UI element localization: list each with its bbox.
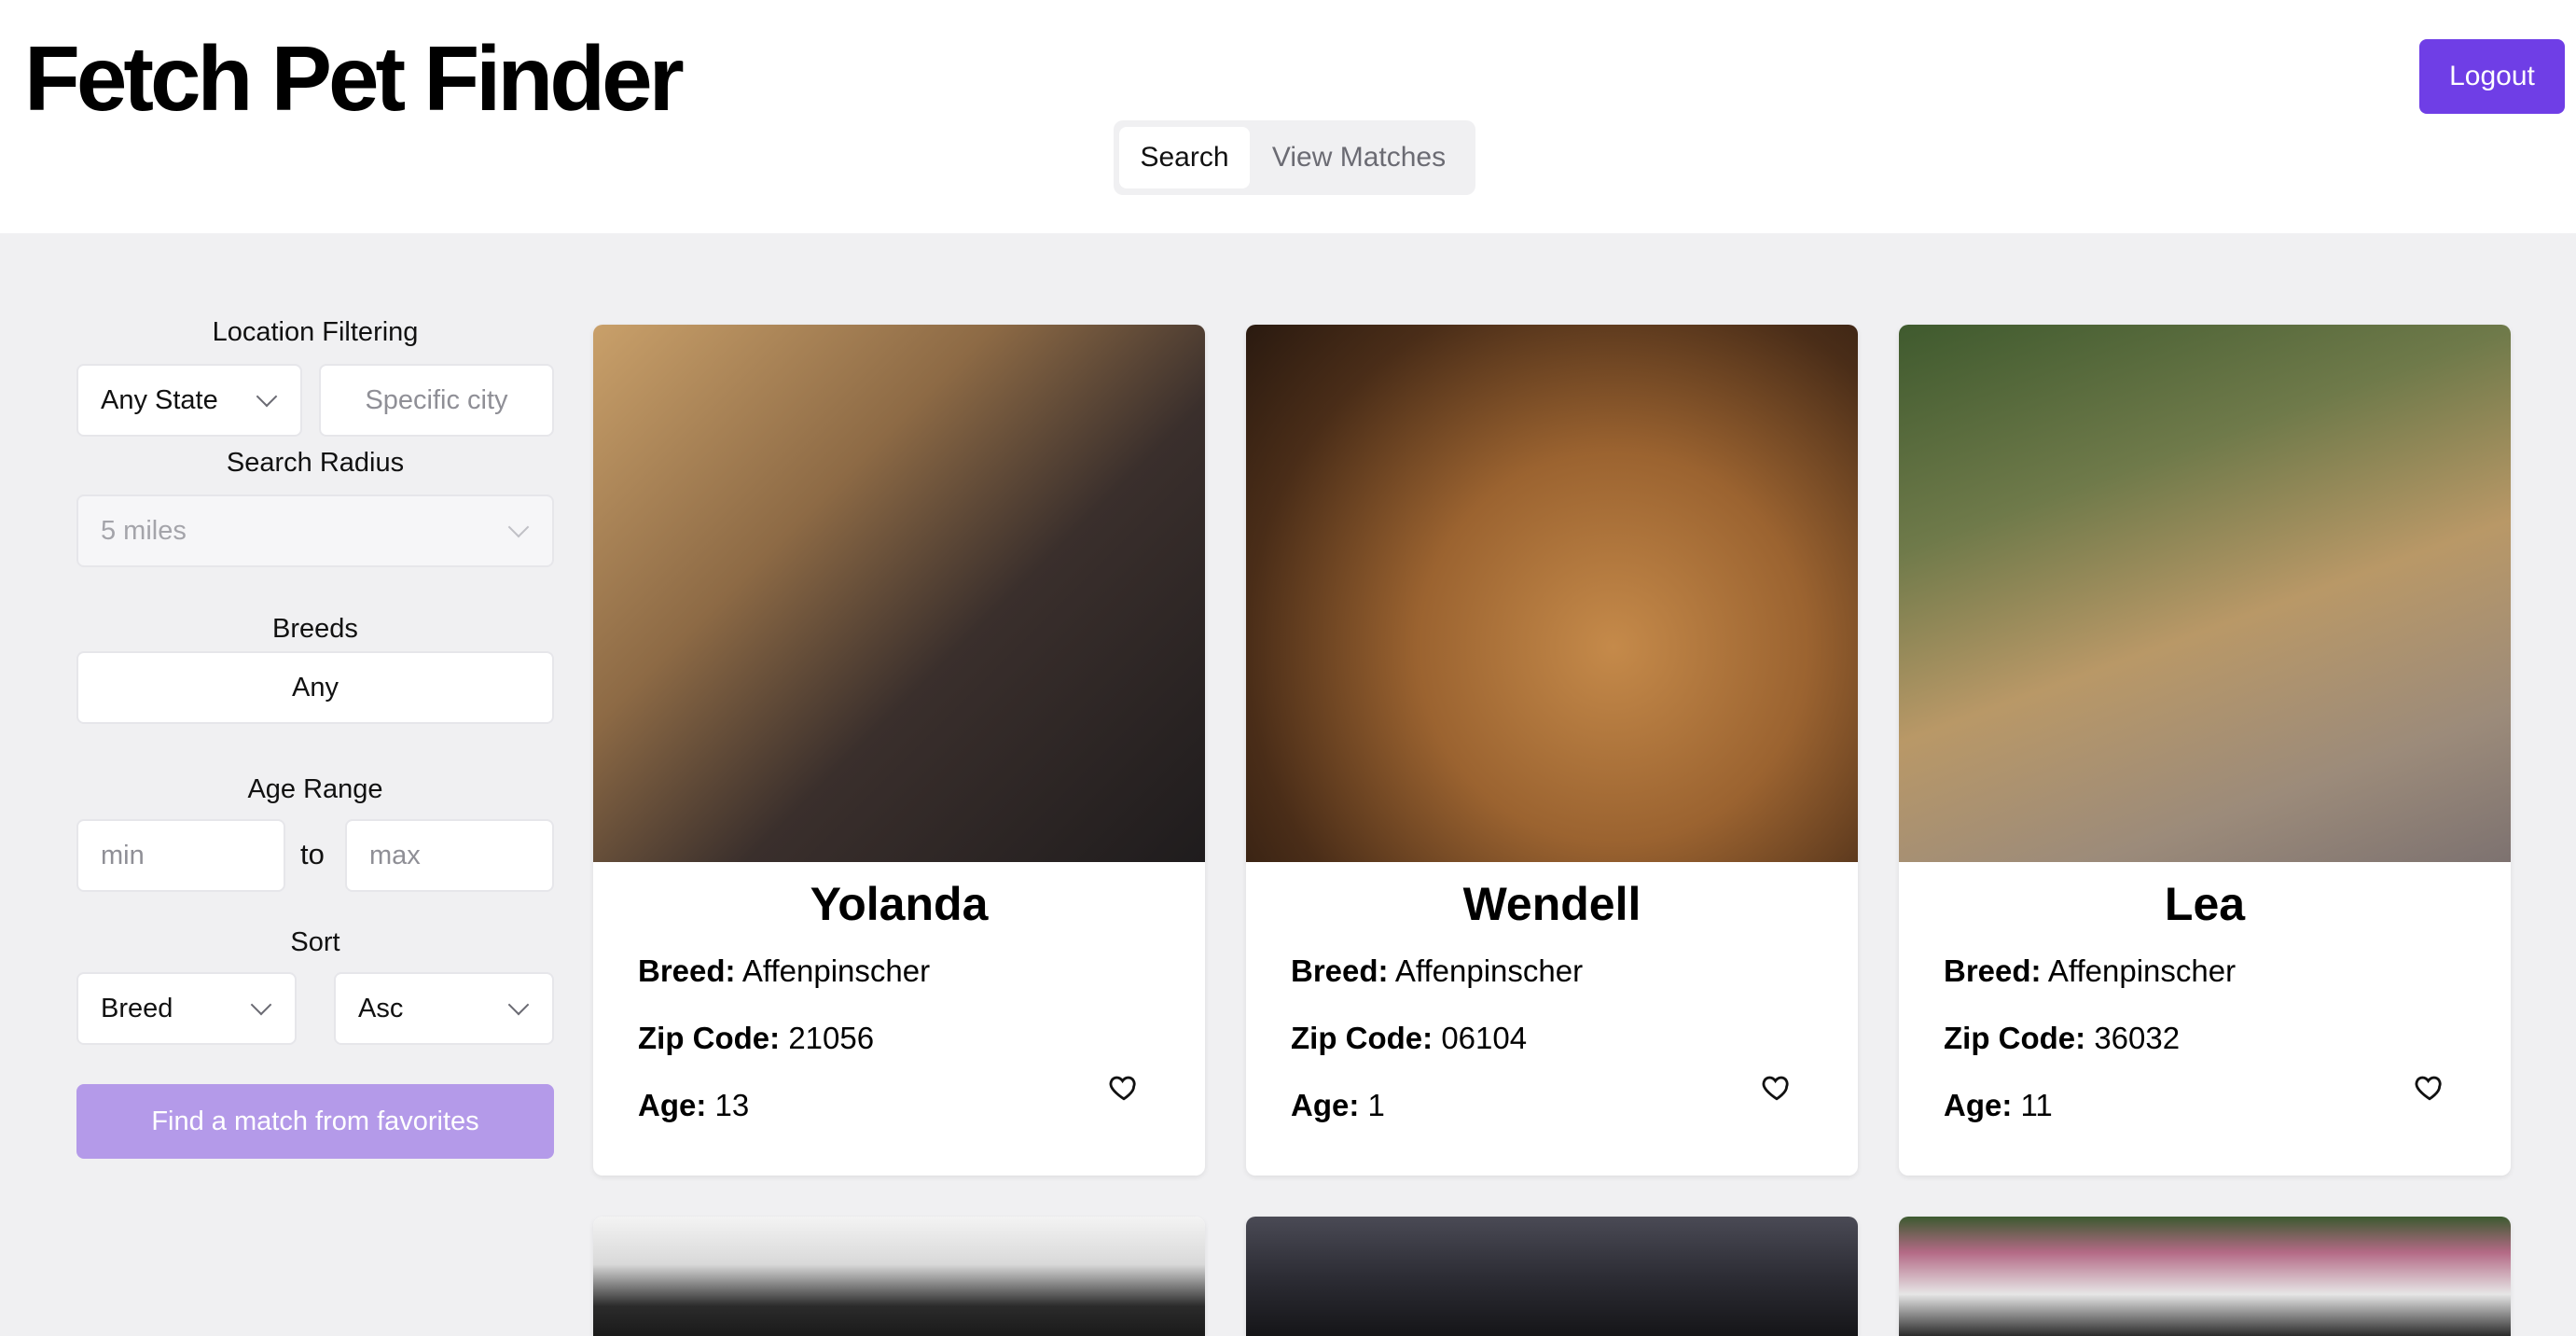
find-match-button[interactable]: Find a match from favorites [76, 1084, 554, 1159]
sort-order-value: Asc [358, 993, 404, 1023]
logout-button[interactable]: Logout [2419, 39, 2565, 114]
dog-age: Age: 13 [638, 1088, 750, 1122]
dog-age: Age: 11 [1944, 1088, 2053, 1122]
dog-photo [1246, 1217, 1858, 1336]
age-to-label: to [300, 838, 325, 870]
city-input[interactable]: Specific city [319, 364, 554, 437]
heart-icon[interactable] [1108, 1071, 1140, 1103]
chevron-down-icon [256, 385, 278, 408]
dog-name: Yolanda [810, 878, 989, 930]
view-tabs: Search View Matches [1114, 120, 1475, 195]
dog-age: Age: 1 [1291, 1088, 1385, 1122]
dog-breed: Breed: Affenpinscher [1944, 953, 2237, 988]
dog-card[interactable] [593, 1217, 1205, 1336]
dog-card[interactable]: Wendell Breed: Affenpinscher Zip Code: 0… [1246, 325, 1858, 1176]
tab-search[interactable]: Search [1119, 127, 1250, 188]
location-filtering-label: Location Filtering [212, 317, 419, 347]
sort-order-select[interactable]: Asc [334, 972, 554, 1045]
chevron-down-icon [507, 994, 530, 1016]
dog-breed: Breed: Affenpinscher [1291, 953, 1584, 988]
age-min-input[interactable]: min [76, 819, 285, 892]
radius-select[interactable]: 5 miles [76, 494, 554, 567]
dog-photo [1899, 1217, 2511, 1336]
breeds-select[interactable]: Any [76, 651, 554, 724]
dog-name: Wendell [1462, 878, 1641, 930]
state-select-value: Any State [101, 384, 218, 415]
dog-card[interactable] [1899, 1217, 2511, 1336]
tab-view-matches[interactable]: View Matches [1250, 127, 1468, 188]
dog-photo [1899, 325, 2511, 862]
dog-breed: Breed: Affenpinscher [638, 953, 931, 988]
chevron-down-icon [250, 994, 272, 1016]
search-radius-label: Search Radius [226, 448, 405, 478]
app-title: Fetch Pet Finder [24, 27, 685, 130]
sort-field-select[interactable]: Breed [76, 972, 297, 1045]
age-max-input[interactable]: max [345, 819, 554, 892]
heart-icon[interactable] [1761, 1071, 1793, 1103]
breeds-label: Breeds [272, 614, 358, 644]
age-range-label: Age Range [247, 774, 383, 804]
dog-photo [593, 325, 1205, 862]
heart-icon[interactable] [2414, 1071, 2445, 1103]
dog-photo [1246, 325, 1858, 862]
state-select[interactable]: Any State [76, 364, 302, 437]
radius-select-value: 5 miles [101, 515, 187, 546]
chevron-down-icon [507, 516, 530, 538]
sort-label: Sort [290, 927, 340, 957]
dog-photo [593, 1217, 1205, 1336]
dog-zip: Zip Code: 36032 [1944, 1021, 2181, 1055]
dog-card[interactable]: Yolanda Breed: Affenpinscher Zip Code: 2… [593, 325, 1205, 1176]
dog-card[interactable] [1246, 1217, 1858, 1336]
dog-card[interactable]: Lea Breed: Affenpinscher Zip Code: 36032… [1899, 325, 2511, 1176]
dog-zip: Zip Code: 06104 [1291, 1021, 1528, 1055]
sort-field-value: Breed [101, 993, 173, 1023]
dog-zip: Zip Code: 21056 [638, 1021, 875, 1055]
app-header: Fetch Pet Finder Search View Matches Log… [0, 0, 2576, 233]
dog-name: Lea [2164, 878, 2246, 930]
